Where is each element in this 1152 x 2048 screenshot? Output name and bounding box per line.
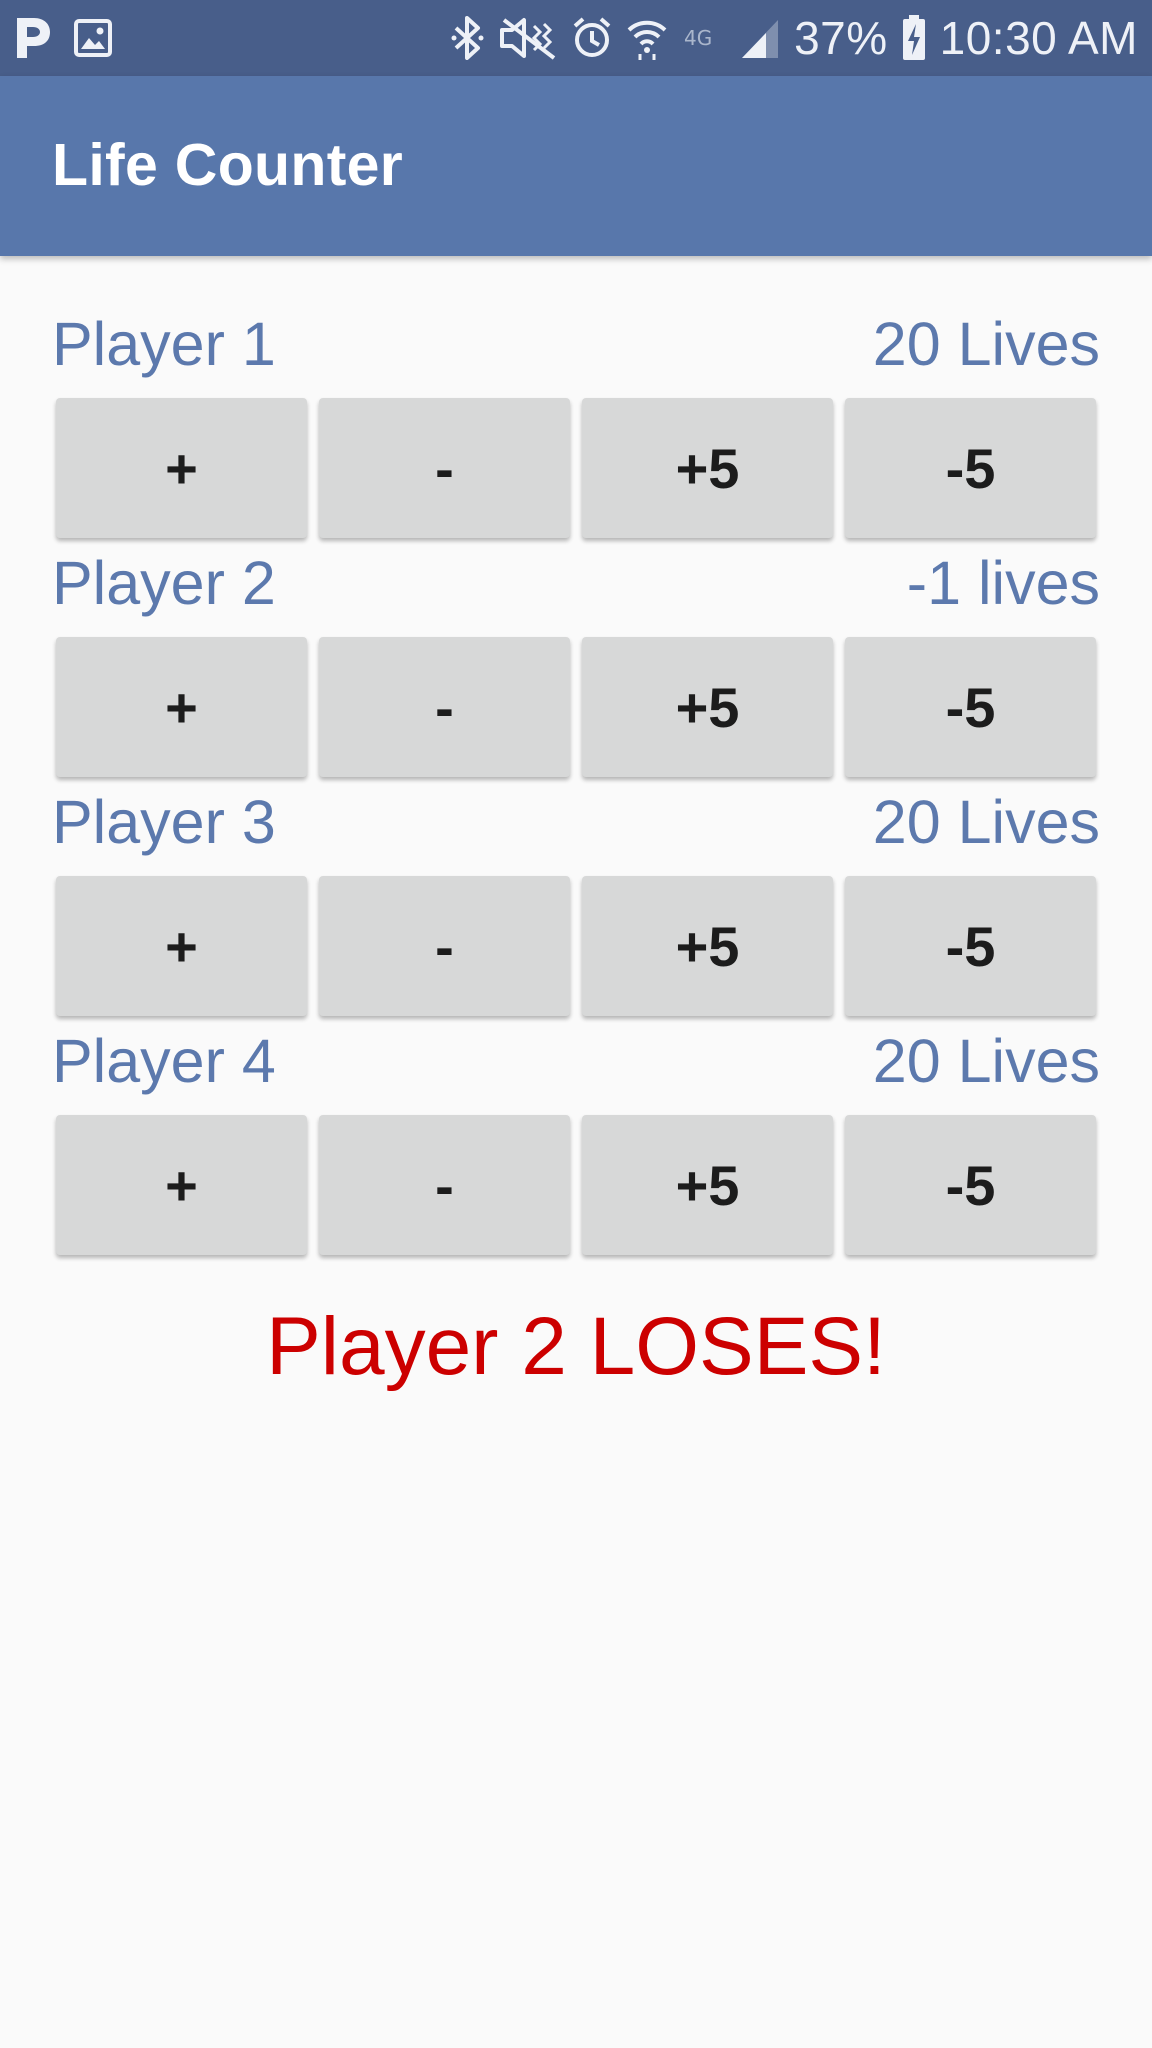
button-row: + - +5 -5: [56, 1115, 1096, 1255]
signal-icon: [740, 16, 780, 60]
player-name: Player 4: [52, 1027, 276, 1095]
player-3-section: Player 3 20 Lives + - +5 -5: [0, 734, 1152, 1016]
app-title: Life Counter: [52, 132, 404, 198]
decrement-button[interactable]: -: [319, 1115, 570, 1255]
player-name: Player 2: [52, 549, 276, 617]
player-name: Player 1: [52, 310, 276, 378]
player-1-section: Player 1 20 Lives + - +5 -5: [0, 256, 1152, 538]
minus-five-button[interactable]: -5: [845, 1115, 1096, 1255]
player-name: Player 3: [52, 788, 276, 856]
clock-time: 10:30 AM: [939, 12, 1138, 64]
plus-five-button[interactable]: +5: [582, 1115, 833, 1255]
lte-label: 4G: [684, 26, 712, 50]
alarm-icon: [572, 16, 612, 60]
pandora-icon: [14, 16, 52, 60]
lte-icon: 4G: [682, 23, 726, 53]
image-icon: [74, 19, 112, 57]
player-2-section: Player 2 -1 lives + - +5 -5: [0, 495, 1152, 777]
mute-vibrate-icon: [498, 16, 558, 60]
player-lives: -1 lives: [906, 549, 1100, 617]
app-bar: Life Counter: [0, 76, 1152, 256]
player-lives: 20 Lives: [872, 310, 1100, 378]
battery-charging-icon: [902, 15, 926, 61]
wifi-icon: [626, 16, 668, 60]
status-bar-right: 4G 37% 10:30 AM: [450, 11, 1138, 65]
player-4-section: Player 4 20 Lives + - +5 -5: [0, 973, 1152, 1255]
player-lives: 20 Lives: [872, 788, 1100, 856]
battery-percentage: 37%: [794, 12, 888, 64]
increment-button[interactable]: +: [56, 1115, 307, 1255]
player-lives: 20 Lives: [872, 1027, 1100, 1095]
status-bar-left: [14, 16, 112, 60]
status-bar: 4G 37% 10:30 AM: [0, 0, 1152, 76]
bluetooth-icon: [450, 16, 484, 60]
loser-message: Player 2 LOSES!: [266, 1301, 886, 1392]
